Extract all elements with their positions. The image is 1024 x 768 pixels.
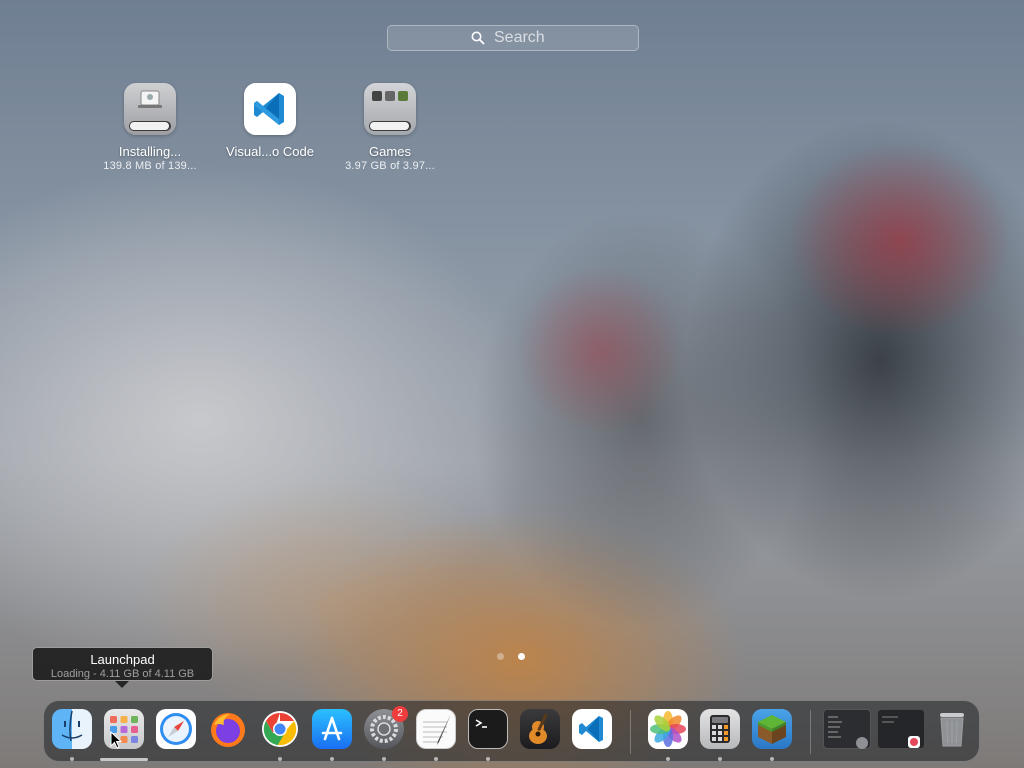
photos-icon[interactable] [648, 709, 688, 749]
vscode-icon[interactable] [572, 709, 612, 749]
games-folder-icon [364, 83, 416, 135]
running-indicator [486, 757, 490, 761]
app-download-status: 139.8 MB of 139... [103, 160, 197, 172]
running-indicator [382, 757, 386, 761]
search-icon [471, 31, 485, 45]
tooltip-subtitle: Loading - 4.11 GB of 4.11 GB [50, 668, 195, 680]
terminal-icon[interactable] [468, 709, 508, 749]
notification-badge: 2 [392, 706, 408, 722]
finder-icon[interactable] [52, 709, 92, 749]
app-name: Visual...o Code [226, 144, 314, 159]
app-download-status: 3.97 GB of 3.97... [345, 160, 435, 172]
install-progress-fill [130, 122, 170, 130]
minecraft-icon[interactable] [752, 709, 792, 749]
chrome-icon[interactable] [260, 709, 300, 749]
page-dot-1[interactable] [497, 653, 504, 660]
app-name: Games [369, 144, 411, 159]
install-progress-bar [129, 121, 171, 131]
minimized-window-thumbnail[interactable] [823, 709, 871, 749]
running-indicator [330, 757, 334, 761]
calculator-icon[interactable] [700, 709, 740, 749]
mouse-cursor-icon [110, 731, 122, 749]
dock-separator [630, 710, 631, 754]
running-indicator [278, 757, 282, 761]
textedit-icon[interactable] [416, 709, 456, 749]
dock-tooltip: Launchpad Loading - 4.11 GB of 4.11 GB [32, 647, 213, 681]
running-indicator [718, 757, 722, 761]
page-indicator [497, 653, 525, 660]
dock-separator [810, 710, 811, 754]
tooltip-title: Launchpad [90, 652, 155, 667]
running-indicator [70, 757, 74, 761]
vscode-icon [244, 83, 296, 135]
games-progress-fill [370, 122, 410, 130]
app-games-folder[interactable]: Games 3.97 GB of 3.97... [330, 83, 450, 172]
games-progress-bar [369, 121, 411, 131]
search-input[interactable] [492, 28, 556, 48]
running-indicator [434, 757, 438, 761]
trash-icon[interactable] [932, 709, 972, 749]
launchpad-loading-bar [100, 758, 148, 761]
installer-icon [124, 83, 176, 135]
app-vscode[interactable]: Visual...o Code [210, 83, 330, 159]
page-dot-2[interactable] [518, 653, 525, 660]
garageband-icon[interactable] [520, 709, 560, 749]
search-field[interactable] [387, 25, 639, 51]
app-store-icon[interactable] [312, 709, 352, 749]
app-installing[interactable]: Installing... 139.8 MB of 139... [90, 83, 210, 172]
app-name: Installing... [118, 144, 182, 159]
minimized-window-thumbnail[interactable] [877, 709, 925, 749]
firefox-icon[interactable] [208, 709, 248, 749]
safari-icon[interactable] [156, 709, 196, 749]
tooltip-arrow [115, 681, 129, 688]
running-indicator [666, 757, 670, 761]
running-indicator [770, 757, 774, 761]
